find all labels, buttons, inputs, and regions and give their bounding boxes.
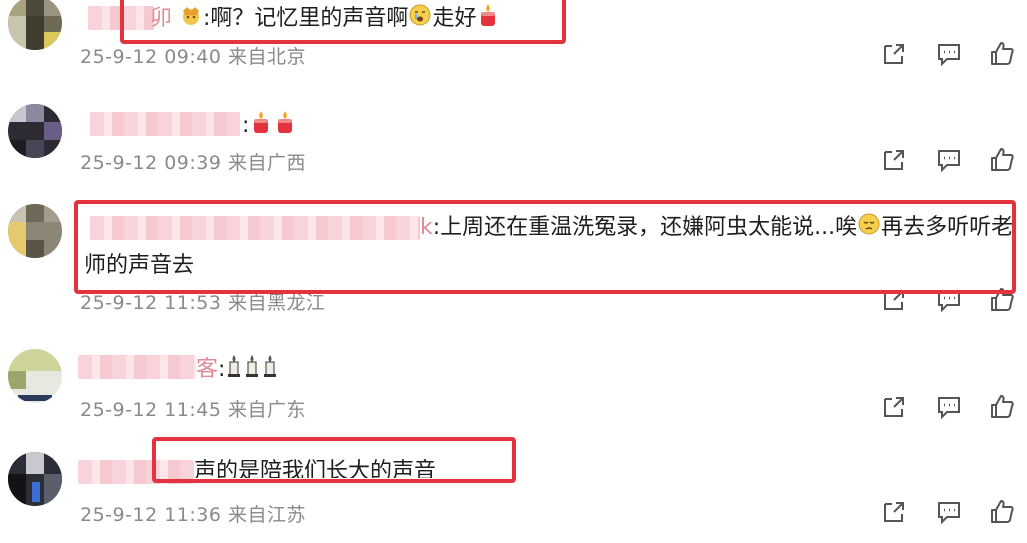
comment-actions [880, 40, 1020, 70]
comment-meta: 25-9-12 09:40 来自北京 [80, 46, 306, 68]
comment-actions [880, 393, 1020, 423]
share-icon [884, 502, 904, 522]
share-button[interactable] [880, 498, 910, 526]
share-icon [884, 44, 904, 64]
comment-meta: 25-9-12 11:45 来自广东 [80, 399, 306, 421]
comment-icon [938, 397, 960, 420]
comment-icon [938, 502, 960, 525]
avatar[interactable] [8, 104, 62, 158]
comment-item: : 25-9-12 09:39 来自广西 [0, 100, 1027, 200]
candle-emoji-icon [249, 109, 273, 143]
comment-button[interactable] [935, 498, 965, 526]
username-blurred[interactable] [90, 112, 240, 136]
comment-text: : [242, 109, 297, 143]
candle-emoji-icon [225, 353, 243, 387]
like-icon [991, 500, 1014, 523]
candle-emoji-icon [273, 109, 297, 143]
comment-actions [880, 146, 1020, 176]
like-button[interactable] [988, 146, 1018, 174]
comment-button[interactable] [935, 393, 965, 421]
comment-button[interactable] [935, 40, 965, 68]
share-button[interactable] [880, 146, 910, 174]
like-button[interactable] [988, 498, 1018, 526]
share-icon [884, 150, 904, 170]
username-blurred[interactable] [78, 355, 196, 379]
comment-button[interactable] [935, 146, 965, 174]
share-icon [884, 397, 904, 417]
like-icon [991, 148, 1014, 171]
comment-actions [880, 498, 1020, 528]
avatar[interactable] [8, 349, 62, 403]
comment-meta: 25-9-12 09:39 来自广西 [80, 152, 306, 174]
candle-emoji-icon [261, 353, 279, 387]
avatar[interactable] [8, 0, 62, 50]
candle-emoji-icon [243, 353, 261, 387]
share-button[interactable] [880, 393, 910, 421]
like-icon [991, 42, 1014, 65]
highlight-box [120, 0, 566, 44]
highlight-box [152, 437, 516, 483]
share-button[interactable] [880, 40, 910, 68]
avatar[interactable] [8, 452, 62, 506]
comment-item: 客: 25-9-12 11:45 来自广东 [0, 345, 1027, 445]
highlight-box [74, 200, 1016, 294]
comment-text: 客: [196, 353, 279, 387]
like-button[interactable] [988, 393, 1018, 421]
like-icon [991, 395, 1014, 418]
comment-icon [938, 44, 960, 67]
comment-meta: 25-9-12 11:36 来自江苏 [80, 504, 306, 526]
like-button[interactable] [988, 40, 1018, 68]
username-tail: 客 [196, 357, 219, 382]
comment-icon [938, 150, 960, 173]
avatar[interactable] [8, 204, 62, 258]
